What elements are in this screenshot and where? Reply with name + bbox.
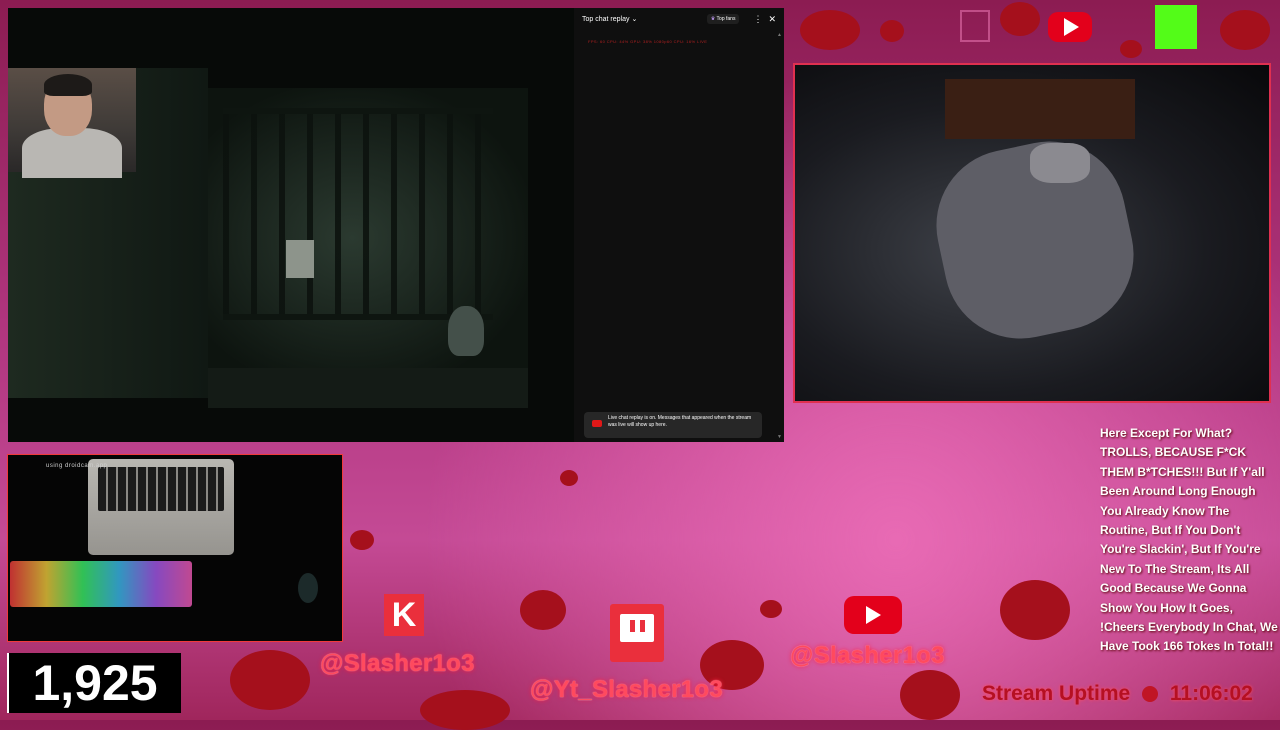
twitch-handle: @Yt_Slasher1o3 (530, 676, 724, 703)
cell-bars (223, 108, 493, 320)
mouse (298, 573, 318, 603)
youtube-icon (844, 596, 902, 634)
laptop (88, 459, 234, 555)
tapestry (945, 79, 1135, 139)
twitch-icon (610, 604, 664, 662)
more-options-icon[interactable]: ⋮ (753, 14, 762, 25)
ticker-text: Here Except For What? TROLLS, BECAUSE F*… (1100, 426, 1278, 654)
chat-overlay-text: FPS: 60 CPU: 44% GPU: 38% 1080p60 CPU: 1… (588, 39, 708, 44)
laptop-keyboard (98, 467, 224, 511)
facecam-hair (44, 74, 92, 96)
youtube-icon (1048, 12, 1092, 42)
game-floor (208, 368, 528, 408)
chevron-down-icon: ⌄ (631, 16, 638, 23)
uptime-label: Stream Uptime (982, 682, 1131, 705)
close-icon[interactable]: ✕ (768, 14, 776, 25)
scroll-up-arrow[interactable]: ▲ (777, 32, 782, 38)
chat-replay-panel: Top chat replay ⌄ ♛ Top fans ⋮ ✕ ▲ FPS: … (574, 8, 784, 442)
top-fans-label: Top fans (716, 16, 736, 22)
desk-cam-overlay-text: using droidcam.app (46, 463, 108, 469)
stream-uptime: Stream Uptime 11:06:02 (982, 682, 1278, 712)
chat-replay-notice: Live chat replay is on. Messages that ap… (584, 412, 762, 438)
note-paper (286, 240, 314, 278)
scroll-down-arrow[interactable]: ▼ (777, 434, 782, 440)
uptime-value: 11:06:02 (1169, 682, 1253, 705)
rgb-keyboard (10, 561, 192, 607)
top-fans-button[interactable]: ♛ Top fans (706, 14, 740, 24)
desk-camera: using droidcam.app (7, 454, 343, 642)
kick-handle: @Slasher1o3 (320, 650, 475, 677)
crown-icon: ♛ (710, 16, 716, 22)
pillow (1030, 143, 1090, 183)
counter: 1,925 (7, 653, 181, 713)
chat-header: Top chat replay ⌄ ♛ Top fans ⋮ ✕ (574, 8, 784, 30)
facecam (8, 68, 136, 178)
game-capture (8, 8, 574, 442)
youtube-handle: @Slasher1o3 (790, 642, 945, 669)
twitch-icon (960, 10, 990, 42)
bed-camera (793, 63, 1271, 403)
chat-title: Top chat replay (582, 16, 630, 23)
kick-icon (1155, 5, 1197, 49)
notice-text: Live chat replay is on. Messages that ap… (608, 415, 752, 428)
pot (448, 306, 484, 356)
kick-icon: K (384, 594, 424, 636)
youtube-icon (592, 420, 602, 427)
clock-icon (1142, 686, 1159, 702)
chat-title-dropdown[interactable]: Top chat replay ⌄ (582, 15, 707, 23)
